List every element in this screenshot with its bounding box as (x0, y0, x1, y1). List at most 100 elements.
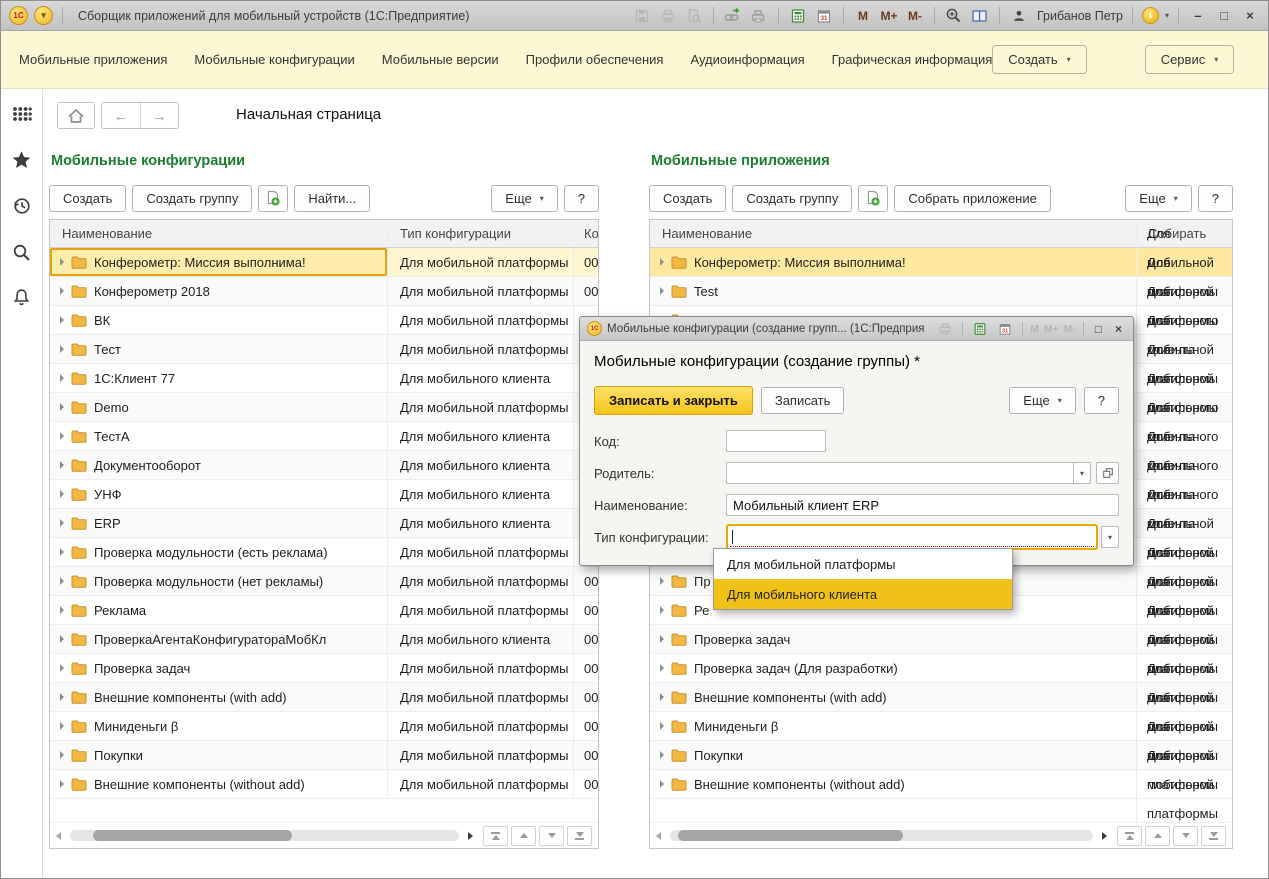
expand-icon[interactable] (60, 432, 64, 440)
main-menu-button[interactable]: ▾ (34, 6, 53, 25)
scroll-left-icon[interactable] (56, 832, 61, 840)
type-dropdown-button[interactable]: ▾ (1101, 526, 1119, 548)
expand-icon[interactable] (60, 258, 64, 266)
go-last-button[interactable] (567, 826, 592, 846)
info-icon[interactable]: i (1142, 7, 1159, 24)
dropdown-option[interactable]: Для мобильной платформы (714, 549, 1012, 579)
build-application-button[interactable]: Собрать приложение (894, 185, 1051, 212)
scroll-right-icon[interactable] (468, 832, 473, 840)
save-icon[interactable] (632, 6, 652, 26)
history-icon[interactable] (11, 195, 33, 217)
expand-icon[interactable] (660, 722, 664, 730)
expand-icon[interactable] (660, 577, 664, 585)
table-row[interactable]: 1С:Клиент 77Для мобильного клиента00 (50, 364, 598, 393)
expand-icon[interactable] (60, 287, 64, 295)
back-button[interactable]: ← (102, 103, 141, 128)
go-previous-button[interactable] (511, 826, 536, 846)
memory-subtract-button[interactable]: M- (905, 6, 925, 26)
scrollbar-thumb[interactable] (93, 830, 291, 841)
expand-icon[interactable] (60, 374, 64, 382)
expand-icon[interactable] (60, 345, 64, 353)
go-first-button[interactable] (1117, 826, 1142, 846)
close-button[interactable]: × (1240, 8, 1260, 23)
forward-button[interactable]: → (141, 103, 179, 128)
create-group-button[interactable]: Создать группу (732, 185, 852, 212)
create-button[interactable]: Создать (649, 185, 726, 212)
scroll-right-icon[interactable] (1102, 832, 1107, 840)
help-button[interactable]: ? (564, 185, 599, 212)
copy-button[interactable] (258, 185, 288, 212)
go-next-button[interactable] (539, 826, 564, 846)
menu-item[interactable]: Мобильные версии (382, 52, 499, 67)
name-input[interactable] (726, 494, 1119, 516)
expand-icon[interactable] (660, 258, 664, 266)
zoom-icon[interactable] (944, 6, 964, 26)
copy-button[interactable] (858, 185, 888, 212)
more-button[interactable]: Еще▾ (1125, 185, 1191, 212)
expand-icon[interactable] (60, 490, 64, 498)
calendar-icon[interactable]: 31 (814, 6, 834, 26)
table-row[interactable]: Конферометр 2018Для мобильной платформы0… (50, 277, 598, 306)
parent-dropdown-button[interactable]: ▾ (1073, 462, 1091, 484)
menu-item[interactable]: Мобильные конфигурации (194, 52, 354, 67)
code-input[interactable] (726, 430, 826, 452)
expand-icon[interactable] (60, 693, 64, 701)
expand-icon[interactable] (60, 606, 64, 614)
memory-add-button[interactable]: M+ (879, 6, 899, 26)
calculator-icon[interactable] (970, 319, 990, 339)
expand-icon[interactable] (60, 403, 64, 411)
table-row[interactable]: ДокументооборотДля мобильного клиента00 (50, 451, 598, 480)
dialog-titlebar[interactable]: 1С Мобильные конфигурации (создание груп… (580, 317, 1133, 341)
find-button[interactable]: Найти... (294, 185, 370, 212)
service-menu-button[interactable]: Сервис ▾ (1145, 45, 1235, 74)
go-to-link-icon[interactable] (723, 6, 743, 26)
table-row[interactable]: Конферометр: Миссия выполнима!Для мобиль… (50, 248, 598, 277)
expand-icon[interactable] (60, 780, 64, 788)
save-button[interactable]: Записать (761, 387, 845, 414)
go-last-button[interactable] (1201, 826, 1226, 846)
create-group-button[interactable]: Создать группу (132, 185, 252, 212)
column-header-type[interactable]: Тип конфигурации (387, 226, 573, 241)
table-row[interactable]: Миниденьги βДля мобильной платформы00 (50, 712, 598, 741)
menu-item[interactable]: Аудиоинформация (690, 52, 804, 67)
table-row[interactable]: Проверка модульности (нет рекламы)Для мо… (50, 567, 598, 596)
minimize-button[interactable]: – (1188, 8, 1208, 23)
expand-icon[interactable] (660, 693, 664, 701)
expand-icon[interactable] (60, 664, 64, 672)
create-button[interactable]: Создать (49, 185, 126, 212)
notifications-bell-icon[interactable] (11, 287, 33, 309)
table-row[interactable]: Внешние компоненты (with add)Для мобильн… (50, 683, 598, 712)
favorites-star-icon[interactable] (11, 149, 33, 171)
parent-open-button[interactable] (1096, 462, 1119, 484)
menu-item[interactable]: Профили обеспечения (526, 52, 664, 67)
expand-icon[interactable] (660, 751, 664, 759)
expand-icon[interactable] (660, 287, 664, 295)
type-input[interactable] (726, 524, 1098, 550)
column-header-name[interactable]: Наименование (650, 226, 1136, 241)
close-button[interactable]: × (1111, 322, 1126, 336)
print-icon[interactable] (935, 319, 955, 339)
print-preview-icon[interactable] (684, 6, 704, 26)
table-row[interactable]: Внешние компоненты (without add)Для моби… (50, 770, 598, 799)
table-row[interactable]: ERPДля мобильного клиента00 (50, 509, 598, 538)
more-button[interactable]: Еще▾ (1009, 387, 1075, 414)
table-row[interactable]: Проверка задачДля мобильной платформы00 (50, 654, 598, 683)
split-window-icon[interactable] (970, 6, 990, 26)
go-first-button[interactable] (483, 826, 508, 846)
expand-icon[interactable] (60, 316, 64, 324)
expand-icon[interactable] (60, 751, 64, 759)
help-button[interactable]: ? (1084, 387, 1119, 414)
scrollbar-thumb[interactable] (678, 830, 902, 841)
save-and-close-button[interactable]: Записать и закрыть (594, 386, 753, 415)
expand-icon[interactable] (60, 548, 64, 556)
home-button[interactable] (57, 102, 95, 129)
search-icon[interactable] (11, 241, 33, 263)
memory-recall-button[interactable]: M (853, 6, 873, 26)
expand-icon[interactable] (60, 461, 64, 469)
scroll-left-icon[interactable] (656, 832, 661, 840)
go-previous-button[interactable] (1145, 826, 1170, 846)
menu-item[interactable]: Графическая информация (832, 52, 993, 67)
maximize-button[interactable]: □ (1091, 322, 1106, 336)
expand-icon[interactable] (60, 577, 64, 585)
table-row[interactable]: ТестДля мобильной платформы00 (50, 335, 598, 364)
